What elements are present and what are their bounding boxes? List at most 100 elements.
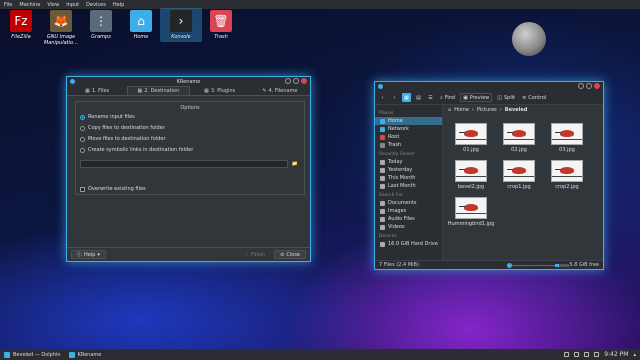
tab-label: 3. Plugins	[210, 87, 236, 94]
file-item[interactable]: 03.jpg	[548, 123, 586, 153]
taskbar-dolphin[interactable]: Beveled — Dolphin	[0, 350, 65, 360]
volume-icon[interactable]	[584, 352, 590, 357]
close-icon[interactable]	[301, 78, 307, 84]
place-network[interactable]: Network	[375, 125, 442, 133]
help-button[interactable]: ⓘ Help ▾	[71, 250, 106, 259]
konsole-icon: ›	[170, 10, 192, 32]
clock[interactable]: 9:42 PM	[604, 351, 628, 358]
recent-yesterday[interactable]: Yesterday	[375, 166, 442, 174]
file-item[interactable]: 01.jpg	[452, 123, 490, 153]
radio-button[interactable]	[80, 136, 85, 142]
minimize-icon[interactable]	[285, 78, 291, 84]
desktop-icon-label: Konsole	[171, 34, 191, 40]
places-panel: Places Home Network Root Trash Recently …	[375, 105, 443, 260]
place-root[interactable]: Root	[375, 133, 442, 141]
tab-destination[interactable]: ▦ 2. Destination	[127, 86, 190, 95]
minimize-icon[interactable]	[578, 83, 584, 89]
home-icon	[380, 118, 385, 124]
tab-label: 4. Filename	[268, 87, 298, 94]
finish-icon: ✓	[244, 251, 249, 258]
device-hard-drive[interactable]: 16.0 GiB Hard Drive	[375, 240, 442, 248]
file-item[interactable]: crop2.jpg	[548, 160, 586, 190]
details-view-icon[interactable]: ☰	[426, 93, 435, 102]
menu-machine[interactable]: Machine	[19, 2, 40, 8]
control-button[interactable]: ≡ Control	[520, 93, 548, 102]
desktop-icon-filezilla[interactable]: Fz FileZilla	[0, 10, 42, 40]
file-name: crop2.jpg	[555, 184, 579, 190]
desktop-icon-konsole[interactable]: › Konsole	[160, 8, 202, 42]
maximize-icon[interactable]	[293, 78, 299, 84]
desktop-icon-gramps[interactable]: ⋮ Gramps	[80, 10, 122, 40]
recent-today[interactable]: Today	[375, 158, 442, 166]
radio-button[interactable]	[80, 147, 85, 153]
close-icon[interactable]	[594, 83, 600, 89]
close-button[interactable]: ⊘ Close	[274, 250, 306, 259]
file-name: 01.jpg	[463, 147, 479, 153]
finish-button[interactable]: ✓ Finish	[239, 250, 271, 259]
desktop-icon-gimp[interactable]: 🦊 GNU Image Manipulatio…	[40, 10, 82, 46]
radio-move-files[interactable]: Move files to destination folder	[80, 136, 166, 142]
radio-copy-files[interactable]: Copy files to destination folder	[80, 125, 165, 131]
menu-help[interactable]: Help	[113, 2, 124, 8]
chevron-up-icon[interactable]: ▴	[633, 352, 636, 358]
breadcrumb-home[interactable]: Home	[454, 107, 469, 113]
search-images[interactable]: Images	[375, 207, 442, 215]
network-tray-icon[interactable]	[574, 352, 580, 357]
radio-button-checked[interactable]	[80, 114, 85, 120]
recent-last-month[interactable]: Last Month	[375, 182, 442, 190]
search-audio[interactable]: Audio Files	[375, 215, 442, 223]
file-item[interactable]: bevel2.jpg	[452, 160, 490, 190]
tab-label: 2. Destination	[144, 88, 180, 94]
plugins-tab-icon: ▦	[204, 87, 209, 94]
file-item[interactable]: 02.jpg	[500, 123, 538, 153]
browse-folder-icon[interactable]: 📁	[290, 160, 300, 168]
tab-files[interactable]: ▦ 1. Files	[67, 86, 127, 95]
preview-button[interactable]: ▣ Preview	[460, 93, 493, 102]
taskbar-krename[interactable]: KRename	[65, 350, 106, 360]
breadcrumb-home-icon[interactable]: ⌂	[448, 107, 451, 113]
desktop-icon-trash[interactable]: 🗑 Trash	[200, 10, 242, 40]
icons-view-icon[interactable]: ▦	[402, 93, 411, 102]
hard-drive-icon	[380, 241, 385, 247]
breadcrumb-pictures[interactable]: Pictures	[477, 107, 497, 113]
search-documents[interactable]: Documents	[375, 199, 442, 207]
zoom-slider[interactable]	[507, 263, 557, 268]
recent-this-month[interactable]: This Month	[375, 174, 442, 182]
maximize-icon[interactable]	[586, 83, 592, 89]
tab-plugins[interactable]: ▦ 3. Plugins	[190, 86, 250, 95]
menu-view[interactable]: View	[47, 2, 59, 8]
place-label: Network	[388, 126, 409, 132]
split-button[interactable]: ◫ Split	[495, 93, 517, 102]
forward-icon[interactable]: ›	[390, 93, 399, 102]
clipboard-icon[interactable]	[564, 352, 570, 357]
breadcrumb-beveled[interactable]: Beveled	[505, 107, 528, 113]
menu-input[interactable]: Input	[66, 2, 79, 8]
krename-titlebar[interactable]: KRename	[67, 77, 310, 86]
menu-file[interactable]: File	[4, 2, 12, 8]
tab-filename[interactable]: ✎ 4. Filename	[250, 86, 310, 95]
menu-devices[interactable]: Devices	[86, 2, 106, 8]
compact-view-icon[interactable]: ▤	[414, 93, 423, 102]
place-trash[interactable]: Trash	[375, 141, 442, 149]
place-home[interactable]: Home	[375, 117, 442, 125]
zoom-slider-handle[interactable]	[507, 263, 512, 268]
back-icon[interactable]: ‹	[378, 93, 387, 102]
notifications-icon[interactable]	[594, 352, 600, 357]
file-name: 03.jpg	[559, 147, 575, 153]
destination-folder-input[interactable]	[80, 160, 288, 168]
file-item[interactable]: Hummingbird1.jpg	[448, 197, 494, 227]
free-space-bar	[555, 264, 569, 267]
file-item[interactable]: crop1.jpg	[500, 160, 538, 190]
image-thumbnail	[455, 123, 487, 145]
find-button[interactable]: ⌕ Find	[438, 93, 457, 102]
desktop-icon-home[interactable]: ⌂ Home	[120, 10, 162, 40]
radio-rename-input[interactable]: Rename input files	[80, 114, 135, 120]
dolphin-titlebar[interactable]	[375, 82, 603, 91]
overwrite-checkbox[interactable]	[80, 186, 85, 192]
overwrite-checkbox-row[interactable]: Overwrite existing files	[80, 186, 146, 192]
image-icon	[380, 208, 385, 214]
radio-symbolic-links[interactable]: Create symbolic links in destination fol…	[80, 147, 193, 153]
place-label: 16.0 GiB Hard Drive	[388, 241, 438, 247]
search-videos[interactable]: Videos	[375, 223, 442, 231]
radio-button[interactable]	[80, 125, 85, 131]
